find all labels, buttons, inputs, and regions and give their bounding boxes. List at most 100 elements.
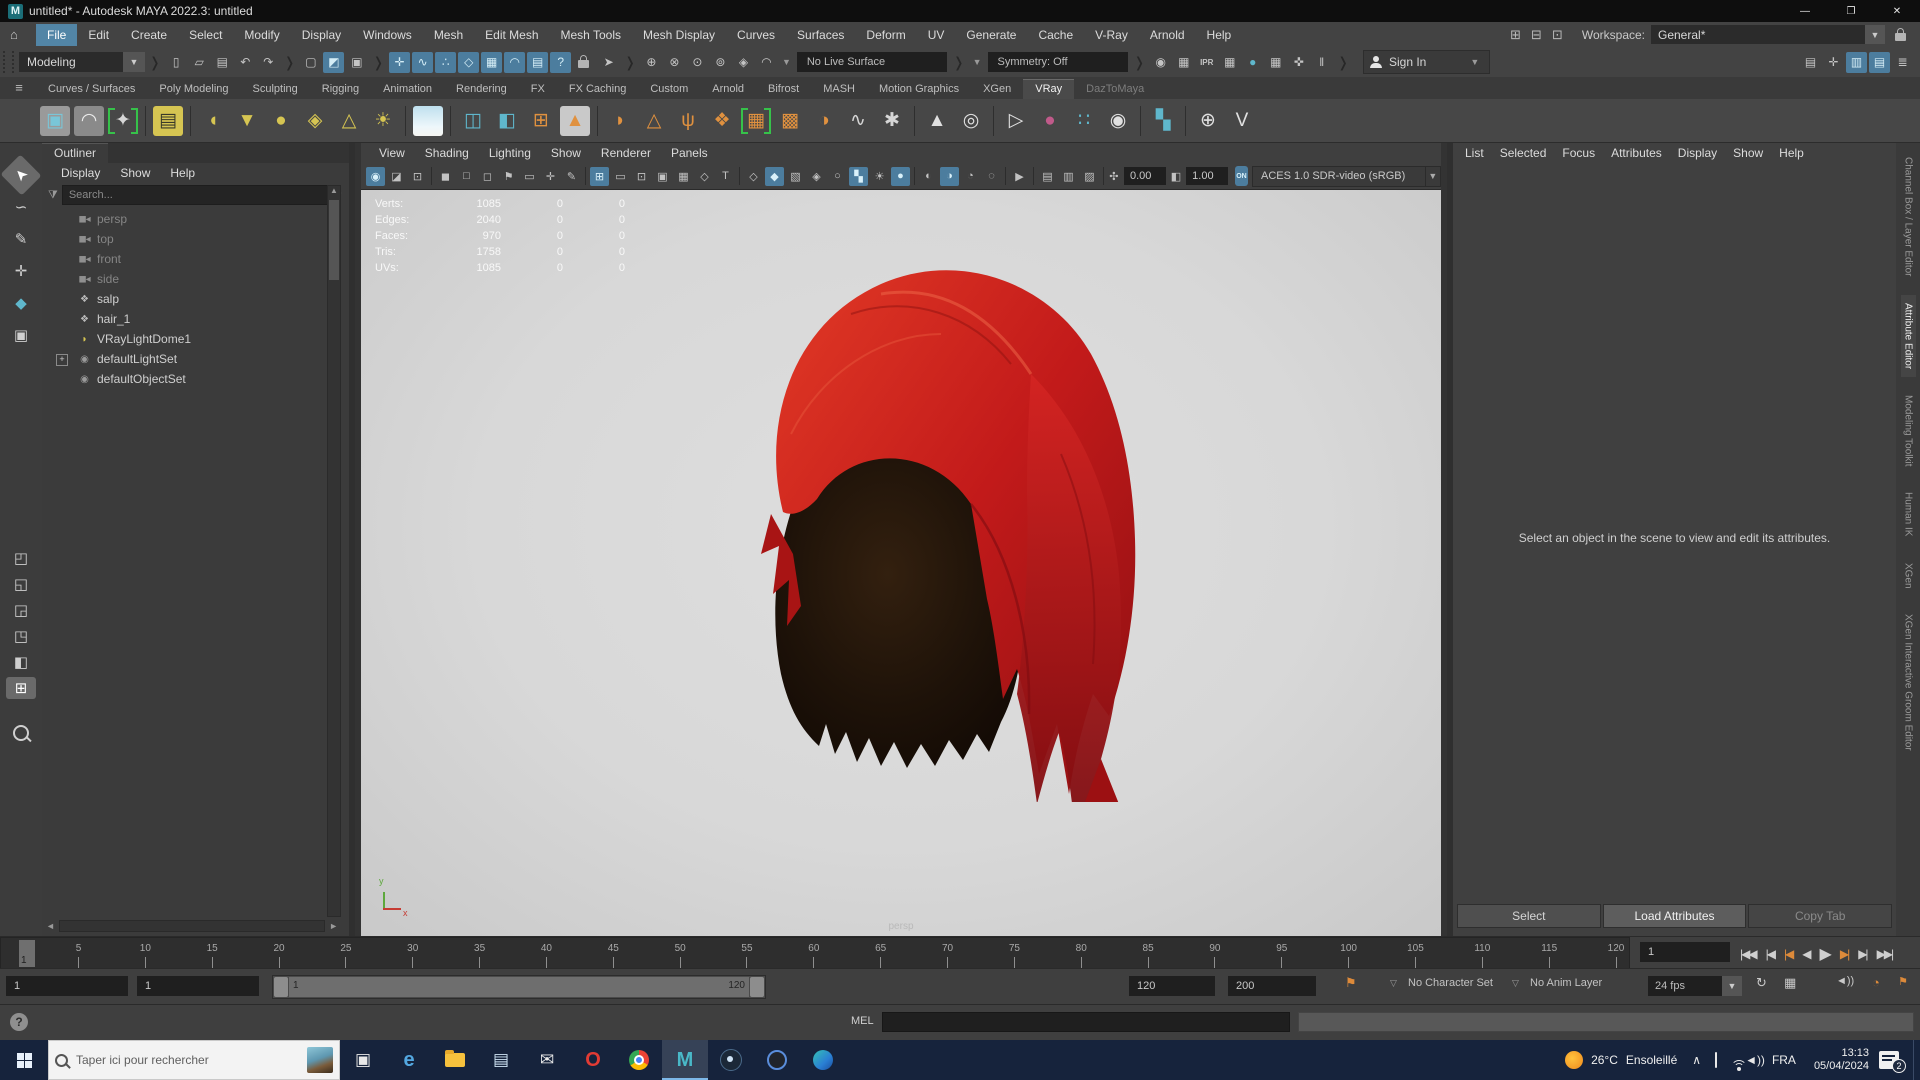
vray-sun-light-icon[interactable]: ☀ [368, 106, 398, 136]
vray-dome-light-icon[interactable]: ◖ [198, 106, 228, 136]
zoom-tool[interactable] [6, 719, 36, 747]
help-icon[interactable]: ? [10, 1013, 28, 1031]
layout-four-pane[interactable]: ◳ [6, 625, 36, 647]
outliner-item-persp[interactable]: ◼◂ persp [42, 209, 349, 229]
outliner-item-defaultlightset[interactable]: + ◉ defaultLightSet [42, 349, 349, 369]
mail-icon[interactable]: ✉ [524, 1040, 570, 1080]
shelf-menu-icon[interactable]: ≡ [15, 80, 23, 95]
menu-uv[interactable]: UV [917, 24, 956, 46]
volume-button[interactable]: ◄)) [1836, 975, 1854, 987]
construction-history-button[interactable]: ⊕ [641, 52, 662, 73]
bookmark-button[interactable]: ⚑ [1345, 975, 1357, 991]
time-slider-track[interactable]: 1 5 10 15 20 25 30 35 40 45 50 55 60 65 70 75 80 85 90 95 1… [0, 937, 1630, 971]
opera-icon[interactable]: O [570, 1040, 616, 1080]
viewport-menu-show[interactable]: Show [541, 144, 591, 162]
lights-icon[interactable]: ☀ [870, 167, 889, 186]
right-tab-human-ik[interactable]: Human IK [1901, 484, 1916, 544]
viewport-menu-lighting[interactable]: Lighting [479, 144, 541, 162]
vray-displacement-icon[interactable]: △ [639, 106, 669, 136]
shelf-tab-fx[interactable]: FX [519, 80, 557, 99]
prev-key-button[interactable]: |◀ [1780, 945, 1796, 963]
shelf-tab-xgen[interactable]: XGen [971, 80, 1023, 99]
pencil-icon[interactable]: ✎ [562, 167, 581, 186]
shelf-tab-vray[interactable]: VRay [1023, 79, 1075, 99]
temperature-label[interactable]: 26°C [1591, 1053, 1618, 1067]
scrollbar-thumb[interactable] [329, 200, 339, 280]
render-current-frame-button[interactable]: ▦ [1173, 52, 1194, 73]
colorspace-dropdown-icon[interactable]: ▼ [1425, 165, 1441, 187]
gamma-field[interactable]: 1.00 [1186, 167, 1228, 185]
ae-menu-list[interactable]: List [1457, 144, 1492, 162]
microsoft-store-icon[interactable]: ▤ [478, 1040, 524, 1080]
outliner-item-defaultobjectset[interactable]: ◉ defaultObjectSet [42, 369, 349, 389]
scroll-left-icon[interactable]: ◄ [42, 921, 59, 931]
light-editor-button[interactable]: ✜ [1288, 52, 1309, 73]
select-tool[interactable]: ➤ [0, 154, 42, 196]
task-view-button[interactable]: ▣ [340, 1040, 386, 1080]
start-button[interactable] [0, 1040, 48, 1080]
menu-v-ray[interactable]: V-Ray [1084, 24, 1139, 46]
right-tab-channel-box-layer-editor[interactable]: Channel Box / Layer Editor [1901, 149, 1916, 285]
vray-color-sphere-icon[interactable]: ● [1035, 106, 1065, 136]
tool-settings-toggle[interactable]: ≣ [1892, 52, 1913, 73]
mel-label[interactable]: MEL [851, 1015, 874, 1027]
lasso-tool[interactable]: ∽ [6, 193, 36, 221]
smooth-shade-icon[interactable]: ◆ [765, 166, 784, 186]
scroll-up-icon[interactable]: ▲ [328, 186, 340, 198]
construction-magnet-button[interactable]: ◠ [756, 52, 777, 73]
new-scene-button[interactable]: ▯ [166, 52, 187, 73]
vray-fur-icon[interactable]: ◗ [605, 106, 635, 136]
paste-view-icon[interactable]: ▥ [1059, 167, 1078, 186]
selected-mode-icon[interactable]: ◉ [366, 166, 385, 186]
hidden-icons-chevron[interactable]: ∧ [1685, 1053, 1708, 1067]
next-key-button[interactable]: ▶| [1836, 945, 1852, 963]
menu-curves[interactable]: Curves [726, 24, 786, 46]
ae-menu-focus[interactable]: Focus [1554, 144, 1603, 162]
vray-logo-icon[interactable]: V [1227, 106, 1257, 136]
paint-selection-tool[interactable]: ✎ [6, 225, 36, 253]
vray-render-icon[interactable]: ▣ [40, 105, 70, 136]
range-bar[interactable]: 1 120 [272, 975, 766, 999]
shelf-tab-sculpting[interactable]: Sculpting [241, 80, 310, 99]
fps-select[interactable]: 24 fps [1648, 976, 1722, 996]
outliner-item-hair-1[interactable]: ❖ hair_1 [42, 309, 349, 329]
animation-end-field[interactable]: 200 [1228, 976, 1316, 996]
wireframe-on-shaded-icon[interactable]: ◈ [807, 167, 826, 186]
scroll-right-icon[interactable]: ► [325, 921, 342, 931]
menu-modify[interactable]: Modify [233, 24, 290, 46]
hair-model[interactable] [731, 254, 1151, 866]
field-chart-icon[interactable]: ▦ [674, 167, 693, 186]
rotate-tool[interactable]: ◆ [6, 289, 36, 317]
shadows-icon[interactable]: ● [891, 166, 910, 186]
workspace-select[interactable]: General* [1651, 25, 1865, 44]
menu-select[interactable]: Select [178, 24, 233, 46]
menu-edit-mesh[interactable]: Edit Mesh [474, 24, 549, 46]
search-highlight-image[interactable] [307, 1047, 333, 1073]
notification-center-icon[interactable]: 2 [1879, 1051, 1906, 1073]
shelf-tab-custom[interactable]: Custom [638, 80, 700, 99]
exposure-field[interactable]: 0.00 [1123, 167, 1166, 185]
snap-help-button[interactable]: ? [550, 51, 572, 73]
outliner-item-side[interactable]: ◼◂ side [42, 269, 349, 289]
vray-dome-icon[interactable]: ◠ [74, 105, 104, 136]
menu-set-selector[interactable]: Modeling ▼ [19, 52, 145, 72]
render-view-button[interactable]: ◉ [1150, 52, 1171, 73]
vray-sky-icon[interactable] [413, 105, 443, 136]
layout-two-pane[interactable]: ◱ [6, 573, 36, 595]
ae-menu-display[interactable]: Display [1670, 144, 1725, 162]
vray-settings-icon[interactable]: ✱ [877, 106, 907, 136]
anim-layer-select[interactable]: No Anim Layer [1530, 977, 1602, 989]
snap-projected-center-button[interactable]: ◇ [458, 51, 480, 73]
make-live-button[interactable]: ◠ [504, 51, 526, 73]
outliner-search-input[interactable]: Search... [61, 185, 331, 205]
menu-help[interactable]: Help [1196, 24, 1243, 46]
language-indicator[interactable]: FRA [1772, 1053, 1796, 1067]
vray-proxy-import-icon[interactable]: ◧ [492, 106, 522, 136]
scrollbar-track[interactable] [58, 920, 326, 932]
step-back-button[interactable]: |◀ [1762, 945, 1778, 963]
playback-start-field[interactable]: 1 [137, 976, 259, 996]
outliner-item-top[interactable]: ◼◂ top [42, 229, 349, 249]
exposure-icon[interactable]: ◌ [982, 167, 1001, 186]
display-mode-icon[interactable]: ◪ [387, 167, 406, 186]
layout-outliner-persp[interactable]: ◧ [6, 651, 36, 673]
